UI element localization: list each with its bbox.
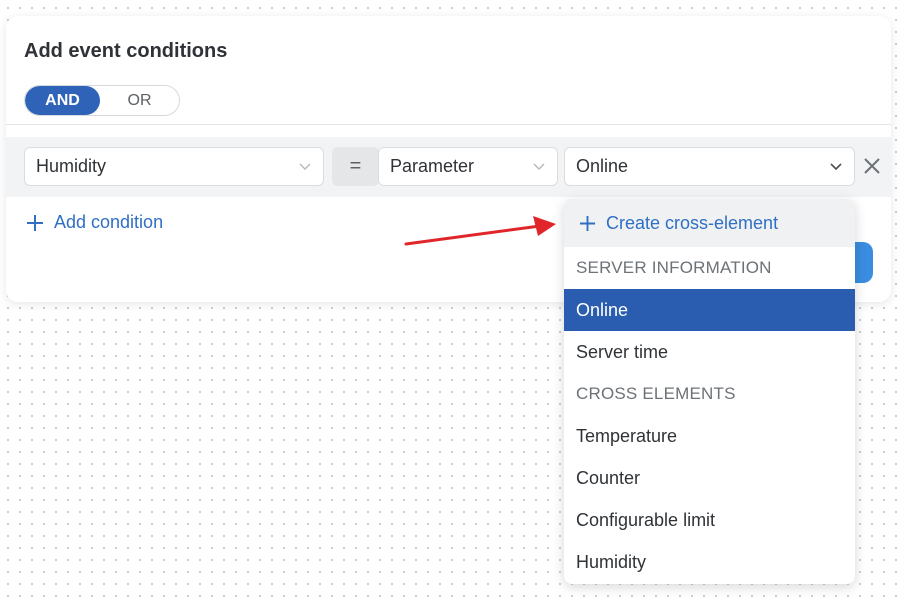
create-cross-element-button[interactable]: Create cross-element <box>564 199 855 247</box>
panel-title: Add event conditions <box>24 40 228 62</box>
group-header-cross-elements: CROSS ELEMENTS <box>576 384 736 403</box>
or-toggle-button[interactable]: OR <box>100 86 179 115</box>
option-counter[interactable]: Counter <box>564 457 855 499</box>
plus-icon <box>579 215 596 231</box>
divider <box>6 124 891 125</box>
option-online[interactable]: Online <box>564 289 855 331</box>
operator-symbol: = <box>349 155 362 177</box>
option-temperature[interactable]: Temperature <box>564 415 855 457</box>
element-select[interactable]: Humidity <box>24 147 324 186</box>
create-cross-element-label: Create cross-element <box>606 212 779 233</box>
element-select-value: Humidity <box>36 156 107 176</box>
parameter-dropdown-menu: Create cross-element SERVER INFORMATION … <box>564 199 855 584</box>
annotation-arrow <box>404 216 556 246</box>
chevron-down-icon <box>299 163 311 170</box>
plus-icon <box>27 214 43 231</box>
operator-select[interactable]: = <box>332 147 379 186</box>
group-header-server-information: SERVER INFORMATION <box>576 258 772 277</box>
close-icon[interactable] <box>863 157 881 175</box>
option-server-time[interactable]: Server time <box>564 331 855 373</box>
value-type-value: Parameter <box>390 156 475 176</box>
add-condition-label: Add condition <box>54 212 164 232</box>
option-configurable-limit[interactable]: Configurable limit <box>564 499 855 541</box>
parameter-select[interactable]: Online <box>564 147 855 186</box>
parameter-select-value: Online <box>576 156 629 176</box>
add-condition-button[interactable]: Add condition <box>26 212 163 233</box>
chevron-down-icon <box>533 163 545 170</box>
option-humidity[interactable]: Humidity <box>564 541 855 583</box>
chevron-down-icon <box>830 162 842 170</box>
value-type-select[interactable]: Parameter <box>378 147 558 186</box>
logic-toggle[interactable]: AND OR <box>24 85 180 116</box>
and-toggle-button[interactable]: AND <box>25 86 100 115</box>
